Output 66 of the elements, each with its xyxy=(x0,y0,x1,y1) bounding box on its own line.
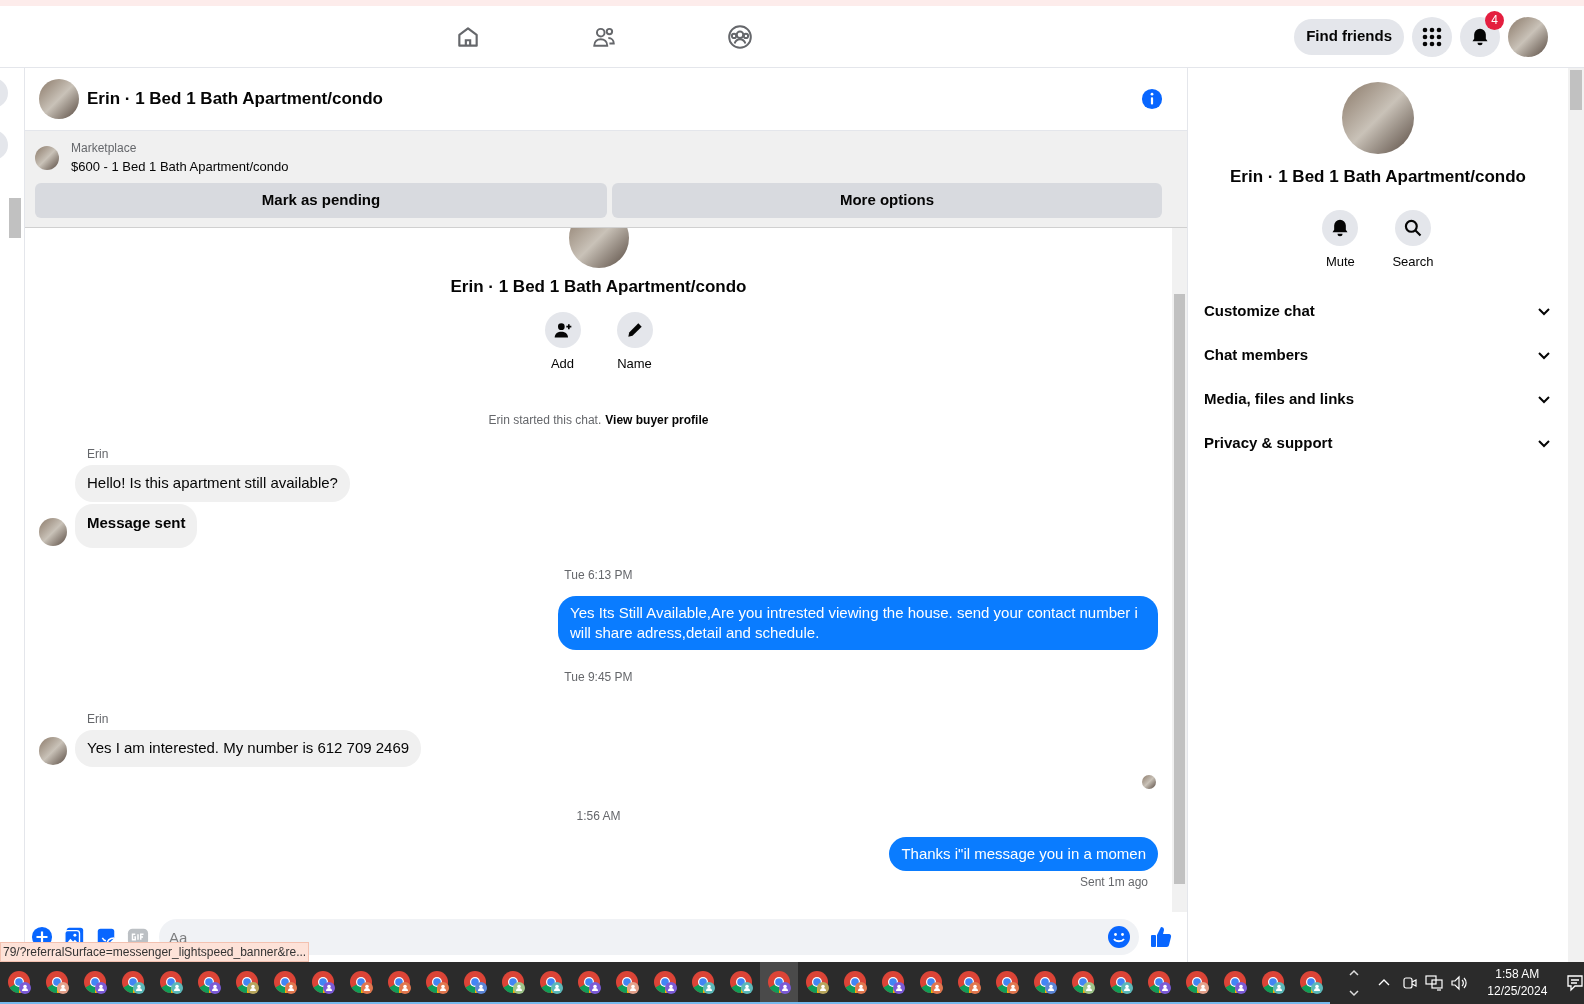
scrollbar-thumb[interactable] xyxy=(1174,294,1185,884)
section-row[interactable]: Chat members xyxy=(1204,333,1552,377)
listing-title: $600 - 1 Bed 1 Bath Apartment/condo xyxy=(71,158,289,176)
listing-thumbnail xyxy=(35,145,59,170)
network-icon[interactable] xyxy=(1424,975,1443,991)
listing-photo xyxy=(39,79,79,119)
notification-badge: 4 xyxy=(1485,10,1504,30)
grid-icon xyxy=(1422,26,1442,47)
action-label: Mute xyxy=(1325,252,1355,271)
message-bubble: Yes I am interested. My number is 612 709 2469 xyxy=(75,730,422,767)
browser-taskbar-icon[interactable] xyxy=(760,962,798,1004)
chat-notice: Erin started this chat. xyxy=(488,412,602,429)
action-label: Name xyxy=(617,354,652,373)
timestamp: Tue 6:13 PM xyxy=(564,567,633,584)
bell-icon xyxy=(1470,26,1490,47)
action-label: Add xyxy=(550,354,575,373)
read-receipt-avatar xyxy=(1142,774,1156,789)
scrollbar-thumb[interactable] xyxy=(1570,70,1582,110)
search-icon xyxy=(1403,217,1423,238)
search-button[interactable] xyxy=(1395,209,1431,246)
emoji-icon[interactable] xyxy=(1107,925,1131,949)
listing-source: Marketplace xyxy=(71,140,138,157)
section-row[interactable]: Media, files and links xyxy=(1204,377,1552,421)
volume-icon[interactable] xyxy=(1450,975,1469,991)
groups-icon[interactable] xyxy=(727,24,753,50)
section-row[interactable]: Privacy & support xyxy=(1204,421,1552,465)
menu-button[interactable] xyxy=(1412,16,1452,57)
sender-avatar xyxy=(39,736,67,765)
edit-name-button[interactable] xyxy=(616,311,653,348)
like-icon[interactable] xyxy=(1149,925,1173,949)
section-label: Customize chat xyxy=(1204,300,1315,321)
add-person-button[interactable] xyxy=(544,311,581,348)
section-label: Media, files and links xyxy=(1204,388,1355,409)
action-label: Search xyxy=(1392,252,1434,271)
home-icon[interactable] xyxy=(455,24,481,50)
profile-avatar xyxy=(1508,16,1548,57)
thread-title: Erin · 1 Bed 1 Bath Apartment/condo xyxy=(450,276,747,298)
find-friends-button[interactable]: Find friends xyxy=(1294,18,1404,55)
timestamp: Tue 9:45 PM xyxy=(564,669,633,686)
message-bubble: Yes Its Still Available,Are you intrested viewing the house. send your contact number i will share adress,detail and schedule. xyxy=(558,596,1158,650)
details-title: Erin · 1 Bed 1 Bath Apartment/condo xyxy=(1230,166,1526,188)
info-icon[interactable] xyxy=(1141,88,1163,110)
chat-title: Erin · 1 Bed 1 Bath Apartment/condo xyxy=(87,88,384,111)
sender-name: Erin xyxy=(87,446,110,463)
sender-avatar xyxy=(39,518,67,546)
message-bubble: Message sent xyxy=(75,503,198,548)
section-label: Chat members xyxy=(1204,344,1309,365)
section-label: Privacy & support xyxy=(1204,432,1333,453)
scroll-arrows-icon[interactable] xyxy=(1348,968,1359,998)
notifications-button[interactable] xyxy=(1460,16,1500,57)
timestamp: 1:56 AM xyxy=(576,807,621,825)
camera-icon[interactable] xyxy=(1400,975,1417,991)
mark-pending-button[interactable]: Mark as pending xyxy=(35,182,607,218)
mute-button[interactable] xyxy=(1322,209,1359,246)
taskbar-date: 12/25/2024 xyxy=(1487,983,1548,1000)
message-bubble: Hello! Is this apartment still available? xyxy=(75,465,350,502)
notifications-icon[interactable] xyxy=(1566,974,1584,992)
taskbar-time: 1:58 AM xyxy=(1495,966,1540,983)
more-options-button[interactable]: More options xyxy=(612,182,1162,218)
message-status: Sent 1m ago xyxy=(1079,873,1148,891)
message-bubble: Thanks i"il message you in a momen xyxy=(889,836,1158,871)
link-preview-tooltip: 79/?referralSurface=messenger_lightspeed_banner&re... xyxy=(0,942,310,962)
section-row[interactable]: Customize chat xyxy=(1204,289,1552,333)
sender-name: Erin xyxy=(87,711,110,728)
buyer-profile-link[interactable]: View buyer profile xyxy=(605,411,709,429)
scrollbar-thumb[interactable] xyxy=(9,198,21,238)
